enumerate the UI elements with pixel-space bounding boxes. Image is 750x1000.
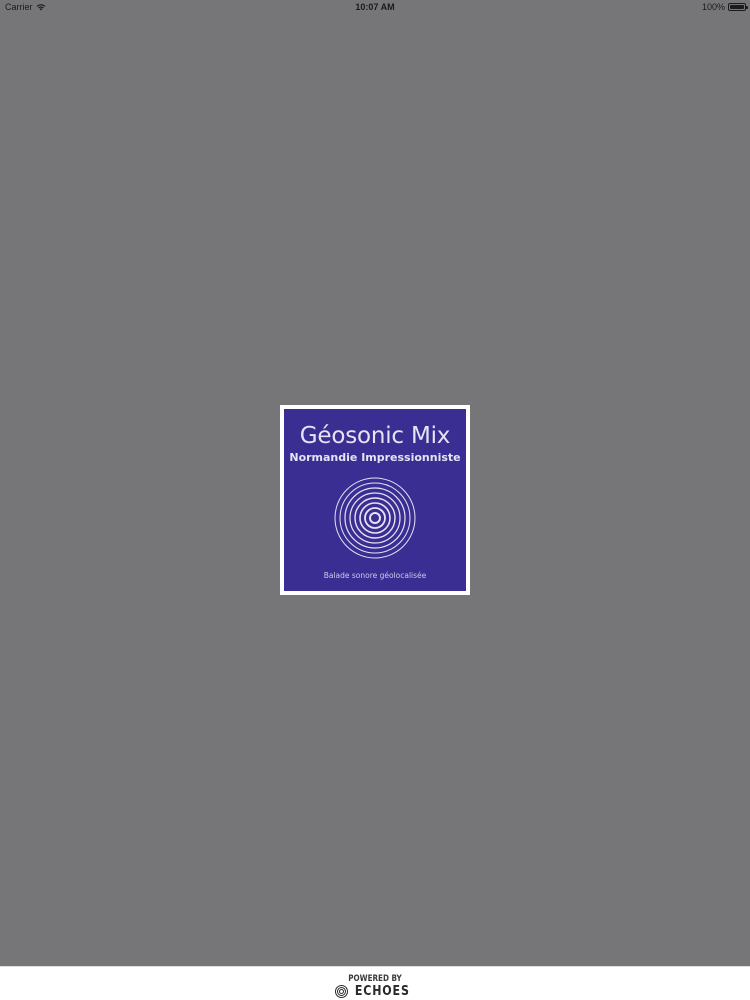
- battery-icon: [728, 3, 748, 11]
- app-tagline: Balade sonore géolocalisée: [323, 571, 427, 580]
- status-time: 10:07 AM: [355, 2, 395, 12]
- battery-fill: [730, 5, 744, 9]
- status-bar: Carrier 10:07 AM 100%: [0, 0, 750, 15]
- battery-percent: 100%: [701, 2, 725, 12]
- app-title: Géosonic Mix: [299, 423, 451, 449]
- echoes-brand: ECHOES: [0, 984, 750, 999]
- powered-by-label: POWERED BY: [348, 974, 402, 984]
- splash-logo: Géosonic Mix Normandie Impressionniste B…: [284, 409, 466, 591]
- echoes-logo-icon: [335, 985, 349, 998]
- concentric-rings-logo-icon: [334, 477, 416, 559]
- splash-logo-card: Géosonic Mix Normandie Impressionniste B…: [280, 405, 470, 595]
- app-subtitle: Normandie Impressionniste: [289, 451, 461, 464]
- footer: POWERED BY ECHOES: [0, 966, 750, 1000]
- echoes-wordmark: ECHOES: [355, 984, 410, 999]
- status-right: 100%: [701, 2, 748, 12]
